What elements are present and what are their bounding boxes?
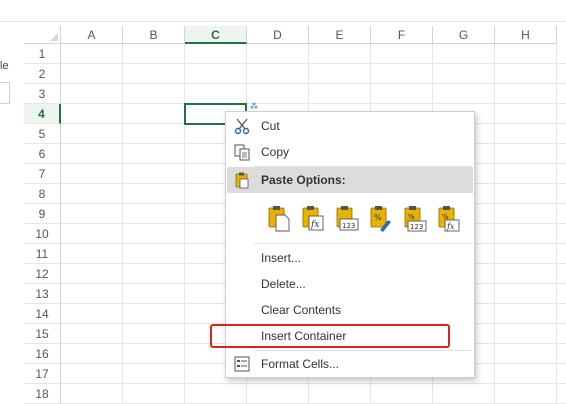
- svg-text:%: %: [408, 213, 415, 221]
- clipboard-icon: [235, 172, 249, 189]
- grid-line: [61, 63, 566, 64]
- column-header-f[interactable]: F: [371, 26, 433, 44]
- paste-options-row: fx 123 % % 123 % fx: [266, 204, 466, 236]
- row-header-9[interactable]: 9: [24, 204, 61, 224]
- row-header-7[interactable]: 7: [24, 164, 61, 184]
- column-header-g[interactable]: G: [433, 26, 495, 44]
- menu-item-delete[interactable]: Delete...: [227, 271, 473, 297]
- grid-line: [61, 83, 566, 84]
- column-header-e[interactable]: E: [309, 26, 371, 44]
- paste-glyph: fx: [446, 222, 455, 231]
- paste-options-header: Paste Options:: [227, 167, 473, 193]
- paste-formulas-icon[interactable]: fx: [300, 204, 326, 232]
- grid-line: [122, 44, 123, 404]
- paste-formatting-icon[interactable]: %: [368, 204, 394, 232]
- row-header-10[interactable]: 10: [24, 224, 61, 244]
- row-header-8[interactable]: 8: [24, 184, 61, 204]
- row-header-3[interactable]: 3: [24, 84, 61, 104]
- row-header-6[interactable]: 6: [24, 144, 61, 164]
- column-header-d[interactable]: D: [247, 26, 309, 44]
- column-header-b[interactable]: B: [123, 26, 185, 44]
- paste-glyph: 123: [342, 222, 355, 230]
- grid-line: [494, 44, 495, 404]
- row-header-5[interactable]: 5: [24, 124, 61, 144]
- menu-item-insert[interactable]: Insert...: [227, 245, 473, 271]
- paste-values-icon[interactable]: 123: [334, 204, 360, 232]
- grid-line: [61, 383, 566, 384]
- menu-item-format-cells[interactable]: Format Cells...: [227, 351, 473, 377]
- column-header-c[interactable]: C: [185, 26, 247, 44]
- row-header-2[interactable]: 2: [24, 64, 61, 84]
- row-header-18[interactable]: 18: [24, 384, 61, 404]
- format-cells-icon: [234, 356, 250, 372]
- paste-glyph: %: [374, 213, 382, 222]
- row-header-12[interactable]: 12: [24, 264, 61, 284]
- smart-tag-icon[interactable]: ⁂: [250, 103, 258, 111]
- paste-values-number-formatting-icon[interactable]: % 123: [402, 204, 428, 232]
- menu-item-label: Format Cells...: [261, 357, 340, 371]
- highlight-annotation: [210, 324, 450, 348]
- row-header-14[interactable]: 14: [24, 304, 61, 324]
- row-header-4[interactable]: 4: [24, 104, 61, 124]
- menu-item-label: Copy: [261, 145, 290, 159]
- row-header-15[interactable]: 15: [24, 324, 61, 344]
- side-panel: le: [0, 22, 14, 404]
- scissors-icon: [234, 118, 250, 135]
- grid-line: [184, 44, 185, 404]
- grid-line: [61, 103, 566, 104]
- menu-item-label: Delete...: [261, 277, 306, 291]
- copy-icon: [234, 144, 250, 161]
- menu-item-copy[interactable]: Copy: [227, 139, 473, 165]
- row-header-16[interactable]: 16: [24, 344, 61, 364]
- side-panel-field[interactable]: [0, 82, 10, 104]
- row-header-1[interactable]: 1: [24, 44, 61, 64]
- row-header-11[interactable]: 11: [24, 244, 61, 264]
- toolbar-area: [0, 0, 566, 22]
- row-header-13[interactable]: 13: [24, 284, 61, 304]
- menu-separator: [254, 243, 472, 244]
- menu-item-label: Cut: [261, 119, 280, 133]
- paste-glyph: 123: [410, 223, 423, 231]
- grid-line: [556, 44, 557, 404]
- menu-item-clear-contents[interactable]: Clear Contents: [227, 297, 473, 323]
- side-panel-label: le: [0, 60, 9, 72]
- paste-glyph: fx: [310, 220, 319, 230]
- select-all-corner[interactable]: [24, 26, 61, 44]
- menu-item-label: Insert...: [261, 251, 302, 265]
- menu-item-label: Clear Contents: [261, 303, 342, 317]
- row-header-17[interactable]: 17: [24, 364, 61, 384]
- paste-options-label: Paste Options:: [261, 173, 346, 187]
- menu-item-cut[interactable]: Cut: [227, 113, 473, 139]
- column-header-h[interactable]: H: [495, 26, 557, 44]
- paste-icon[interactable]: [266, 204, 292, 232]
- column-header-a[interactable]: A: [61, 26, 123, 44]
- paste-formulas-number-formatting-icon[interactable]: % fx: [436, 204, 462, 232]
